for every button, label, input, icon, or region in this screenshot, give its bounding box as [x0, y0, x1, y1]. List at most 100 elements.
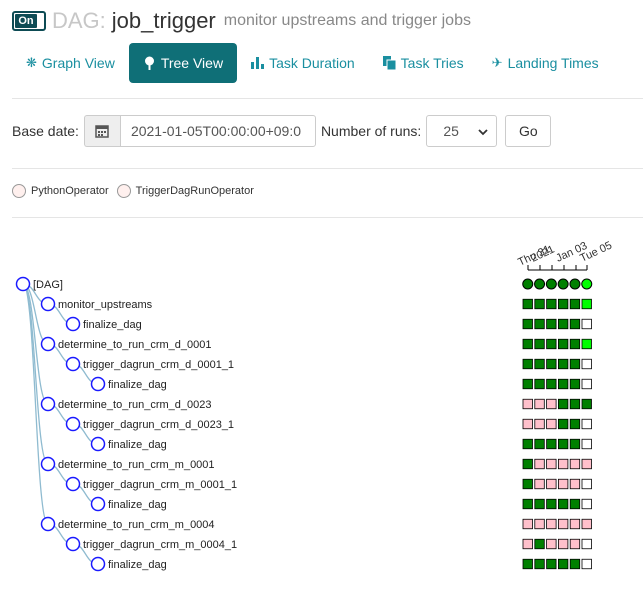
- task-instance-success[interactable]: [522, 318, 533, 330]
- task-instance-upstream_failed[interactable]: [569, 538, 581, 550]
- task-label[interactable]: determine_to_run_crm_m_0001: [58, 459, 215, 471]
- task-instance-success[interactable]: [534, 498, 545, 510]
- task-label[interactable]: [DAG]: [33, 279, 63, 291]
- task-label[interactable]: finalize_dag: [108, 379, 167, 391]
- task-instance-success[interactable]: [581, 398, 592, 410]
- task-label[interactable]: finalize_dag: [108, 559, 167, 571]
- task-instance-success[interactable]: [546, 498, 557, 510]
- task-instance-success[interactable]: [534, 338, 545, 350]
- task-instance-success[interactable]: [569, 318, 581, 330]
- task-instance-success[interactable]: [558, 558, 569, 570]
- tree-node[interactable]: [65, 356, 81, 372]
- task-instance-upstream_failed[interactable]: [546, 458, 557, 470]
- task-instance-upstream_failed[interactable]: [534, 518, 545, 530]
- task-instance-success[interactable]: [558, 358, 569, 370]
- task-instance-success[interactable]: [534, 298, 545, 310]
- task-instance-success[interactable]: [569, 378, 581, 390]
- task-instance-upstream_failed[interactable]: [546, 398, 557, 410]
- tree-node[interactable]: [40, 516, 56, 532]
- task-label[interactable]: determine_to_run_crm_m_0004: [58, 519, 215, 531]
- task-instance-upstream_failed[interactable]: [522, 418, 533, 430]
- task-instance-success[interactable]: [522, 438, 533, 450]
- task-instance-upstream_failed[interactable]: [558, 458, 569, 470]
- tree-node[interactable]: [40, 296, 56, 312]
- dag-run-success[interactable]: [522, 278, 534, 290]
- task-instance-running[interactable]: [581, 338, 592, 350]
- task-instance-success[interactable]: [534, 358, 545, 370]
- task-instance-upstream_failed[interactable]: [558, 538, 569, 550]
- task-instance-success[interactable]: [569, 558, 581, 570]
- task-instance-upstream_failed[interactable]: [569, 478, 581, 490]
- task-instance-none[interactable]: [581, 538, 592, 550]
- task-instance-success[interactable]: [534, 318, 545, 330]
- task-instance-success[interactable]: [522, 478, 533, 490]
- task-instance-success[interactable]: [569, 418, 581, 430]
- task-instance-upstream_failed[interactable]: [534, 398, 545, 410]
- task-instance-upstream_failed[interactable]: [558, 518, 569, 530]
- task-instance-success[interactable]: [546, 438, 557, 450]
- task-instance-upstream_failed[interactable]: [581, 518, 592, 530]
- task-label[interactable]: trigger_dagrun_crm_d_0001_1: [83, 359, 234, 371]
- task-instance-success[interactable]: [569, 438, 581, 450]
- task-instance-none[interactable]: [581, 358, 592, 370]
- task-label[interactable]: monitor_upstreams: [58, 299, 153, 311]
- task-instance-none[interactable]: [581, 438, 592, 450]
- task-instance-success[interactable]: [534, 438, 545, 450]
- dag-run-success[interactable]: [534, 278, 546, 290]
- tree-node[interactable]: [40, 396, 56, 412]
- task-instance-none[interactable]: [581, 318, 592, 330]
- tree-node[interactable]: [90, 496, 106, 512]
- task-instance-none[interactable]: [581, 498, 592, 510]
- task-instance-success[interactable]: [558, 378, 569, 390]
- task-instance-success[interactable]: [522, 378, 533, 390]
- task-instance-none[interactable]: [581, 558, 592, 570]
- task-label[interactable]: finalize_dag: [108, 439, 167, 451]
- task-label[interactable]: determine_to_run_crm_d_0001: [58, 339, 212, 351]
- task-label[interactable]: trigger_dagrun_crm_m_0004_1: [83, 539, 237, 551]
- task-instance-upstream_failed[interactable]: [569, 518, 581, 530]
- tree-node[interactable]: [65, 416, 81, 432]
- task-instance-upstream_failed[interactable]: [534, 458, 545, 470]
- task-instance-none[interactable]: [581, 478, 592, 490]
- dag-run-success[interactable]: [569, 278, 581, 290]
- task-instance-upstream_failed[interactable]: [546, 418, 557, 430]
- task-instance-success[interactable]: [569, 398, 581, 410]
- task-instance-upstream_failed[interactable]: [534, 478, 545, 490]
- task-label[interactable]: trigger_dagrun_crm_d_0023_1: [83, 419, 234, 431]
- task-instance-success[interactable]: [558, 338, 569, 350]
- dag-run-success[interactable]: [545, 278, 557, 290]
- task-instance-success[interactable]: [558, 418, 569, 430]
- task-instance-success[interactable]: [534, 558, 545, 570]
- dag-run-running[interactable]: [581, 278, 593, 290]
- task-instance-success[interactable]: [546, 558, 557, 570]
- tree-node[interactable]: [65, 476, 81, 492]
- task-instance-success[interactable]: [546, 338, 557, 350]
- task-instance-success[interactable]: [546, 358, 557, 370]
- tree-node[interactable]: [65, 316, 81, 332]
- task-instance-success[interactable]: [569, 338, 581, 350]
- task-instance-success[interactable]: [558, 298, 569, 310]
- tree-node[interactable]: [65, 536, 81, 552]
- task-instance-success[interactable]: [534, 538, 545, 550]
- task-instance-upstream_failed[interactable]: [534, 418, 545, 430]
- task-instance-success[interactable]: [558, 438, 569, 450]
- task-instance-success[interactable]: [558, 318, 569, 330]
- task-instance-upstream_failed[interactable]: [569, 458, 581, 470]
- tree-node[interactable]: [15, 276, 31, 292]
- task-instance-upstream_failed[interactable]: [522, 518, 533, 530]
- task-instance-running[interactable]: [581, 298, 592, 310]
- task-instance-success[interactable]: [558, 398, 569, 410]
- task-instance-upstream_failed[interactable]: [581, 458, 592, 470]
- task-instance-upstream_failed[interactable]: [522, 538, 533, 550]
- task-instance-success[interactable]: [546, 378, 557, 390]
- task-label[interactable]: determine_to_run_crm_d_0023: [58, 399, 212, 411]
- dag-run-success[interactable]: [557, 278, 569, 290]
- task-instance-success[interactable]: [546, 298, 557, 310]
- task-instance-success[interactable]: [546, 318, 557, 330]
- tree-node[interactable]: [90, 436, 106, 452]
- tree-node[interactable]: [90, 376, 106, 392]
- task-instance-success[interactable]: [534, 378, 545, 390]
- task-instance-success[interactable]: [569, 498, 581, 510]
- task-instance-success[interactable]: [522, 298, 533, 310]
- task-instance-success[interactable]: [522, 358, 533, 370]
